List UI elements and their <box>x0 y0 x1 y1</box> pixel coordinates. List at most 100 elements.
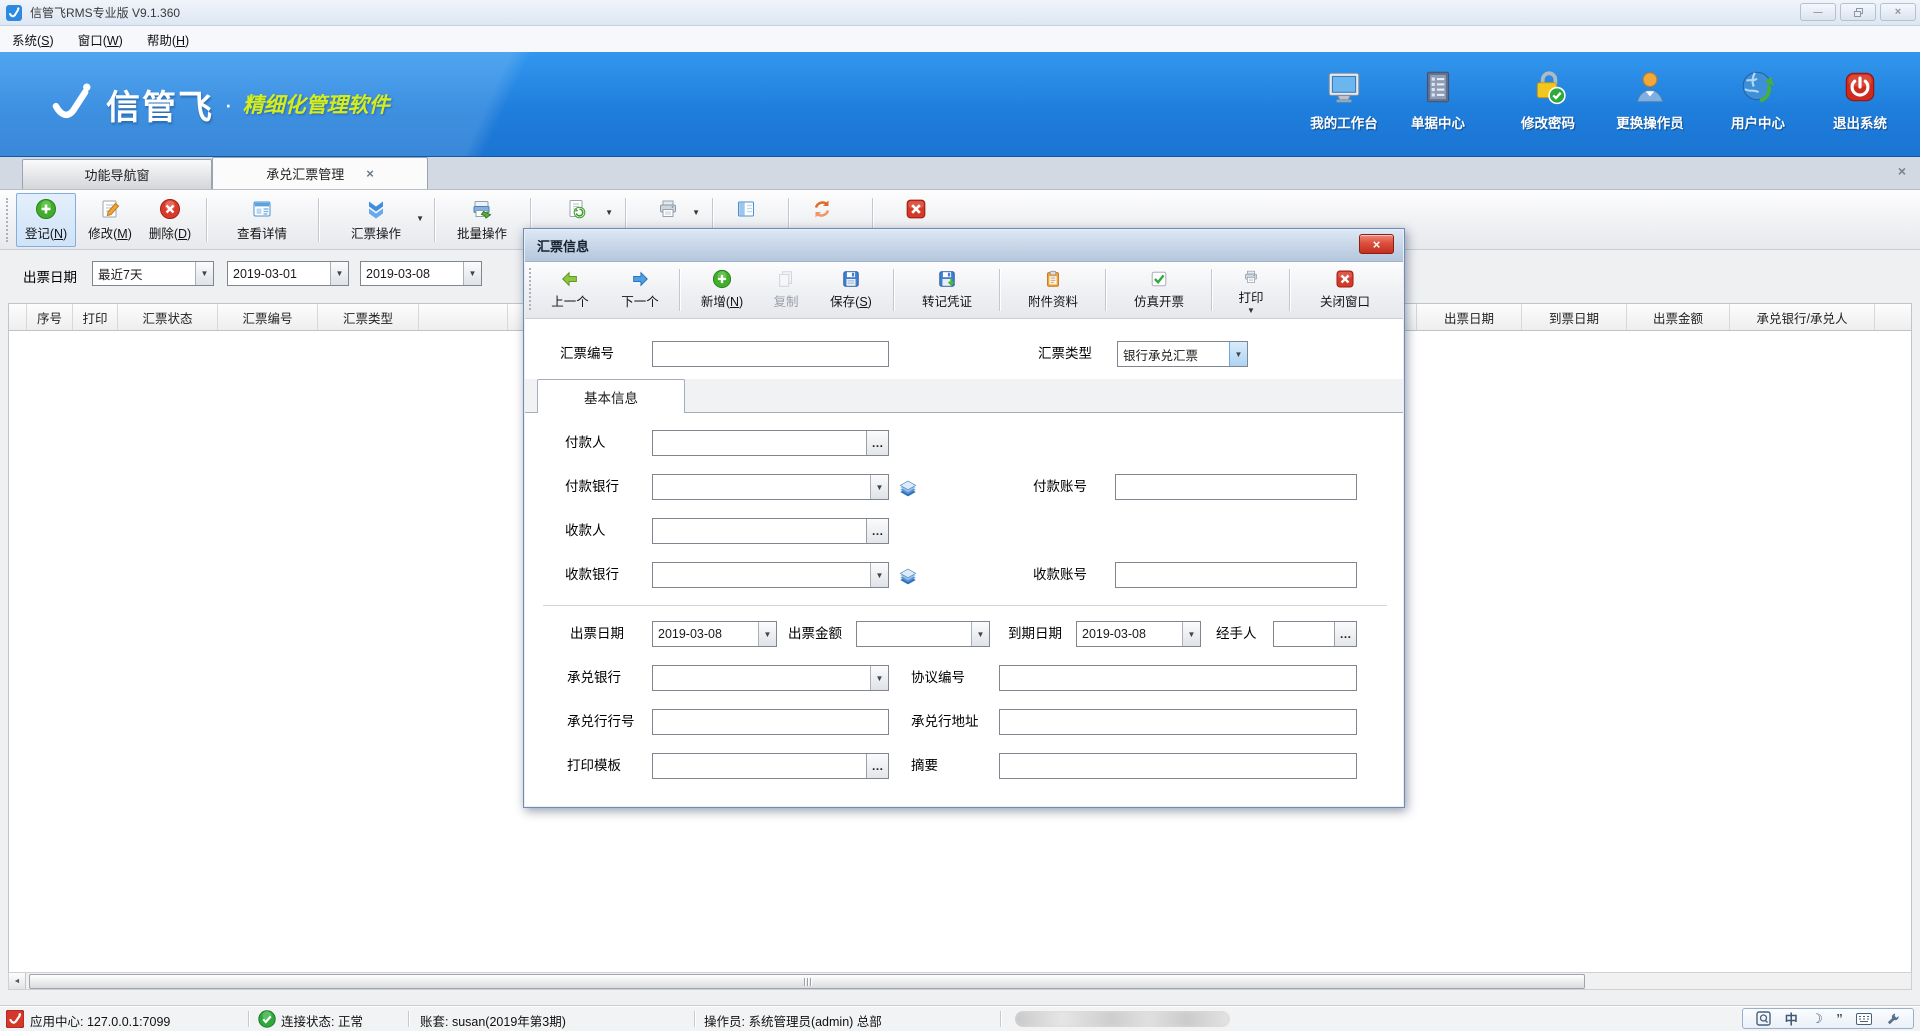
bank-book-icon[interactable] <box>897 476 919 498</box>
scroll-left-arrow-icon[interactable]: ◄ <box>9 973 26 989</box>
due-date-combo[interactable]: 2019-03-08 ▼ <box>1076 621 1201 647</box>
browse-ellipsis-icon[interactable]: … <box>1334 622 1356 646</box>
accepting-bank-no-input-field[interactable] <box>653 710 888 734</box>
accepting-bank-combo[interactable]: ▼ <box>652 665 889 691</box>
payer-bank-combo[interactable]: ▼ <box>652 474 889 500</box>
combo-arrow-icon[interactable]: ▼ <box>870 475 888 499</box>
accepting-bank-address-input-field[interactable] <box>1000 710 1356 734</box>
bill-no-input-field[interactable] <box>653 342 888 366</box>
combo-arrow-icon[interactable]: ▼ <box>1182 622 1200 646</box>
bill-type-combo[interactable]: 银行承兑汇票 ▼ <box>1117 341 1248 367</box>
banner-button-exit-system[interactable]: 退出系统 <box>1818 68 1902 144</box>
accepting-bank-no-input[interactable] <box>652 709 889 735</box>
close-button[interactable]: × <box>1880 3 1916 21</box>
banner-button-user-center[interactable]: 用户中心 <box>1716 68 1800 144</box>
restore-button[interactable] <box>1840 3 1876 21</box>
issue-date-combo[interactable]: 2019-03-08 ▼ <box>652 621 777 647</box>
agreement-no-input-field[interactable] <box>1000 666 1356 690</box>
toolbar-grip[interactable] <box>529 268 533 310</box>
handler-input[interactable]: … <box>1273 621 1357 647</box>
register-button[interactable]: 登记(N) <box>16 193 76 247</box>
bill-no-input[interactable] <box>652 341 889 367</box>
close-window-button[interactable]: 关闭窗口 <box>1297 265 1393 315</box>
grid-header-bill-type[interactable]: 汇票类型 <box>318 304 419 330</box>
combo-arrow-icon[interactable]: ▼ <box>870 563 888 587</box>
ime-mode-indicator[interactable]: 中 <box>1785 1009 1798 1028</box>
combo-arrow-icon[interactable]: ▼ <box>1229 342 1247 366</box>
hscrollbar-thumb[interactable] <box>29 974 1585 989</box>
date-to-combo[interactable]: 2019-03-08 ▼ <box>360 261 482 286</box>
tab-close-icon[interactable]: × <box>366 166 374 181</box>
print-template-input[interactable]: … <box>652 753 889 779</box>
amount-combo[interactable]: ▼ <box>856 621 990 647</box>
banner-button-workbench[interactable]: 我的工作台 <box>1300 68 1388 144</box>
ime-keyboard-icon[interactable] <box>1856 1013 1872 1025</box>
payee-bank-combo[interactable]: ▼ <box>652 562 889 588</box>
banner-button-switch-operator[interactable]: 更换操作员 <box>1602 68 1698 144</box>
date-from-combo[interactable]: 2019-03-01 ▼ <box>227 261 349 286</box>
summary-input-field[interactable] <box>1000 754 1356 778</box>
ime-wrench-icon[interactable] <box>1886 1012 1900 1026</box>
print-template-input-field[interactable] <box>653 754 866 778</box>
summary-input[interactable] <box>999 753 1357 779</box>
combo-arrow-icon[interactable]: ▼ <box>463 262 481 285</box>
new-button[interactable]: 新增(N) <box>687 265 757 315</box>
previous-button[interactable]: 上一个 <box>537 265 603 315</box>
menu-help[interactable]: 帮助(H) <box>135 26 201 53</box>
payee-input[interactable]: … <box>652 518 889 544</box>
ime-language-bar[interactable]: 中 ☽ ” <box>1742 1008 1914 1029</box>
grid-header-amount[interactable]: 出票金额 <box>1627 304 1730 330</box>
date-preset-combo[interactable]: 最近7天 ▼ <box>92 261 214 286</box>
combo-arrow-icon[interactable]: ▼ <box>330 262 348 285</box>
grid-header-issue-date[interactable]: 出票日期 <box>1417 304 1522 330</box>
toolbar-grip[interactable] <box>6 198 10 242</box>
browse-ellipsis-icon[interactable]: … <box>866 754 888 778</box>
modify-button[interactable]: 修改(M) <box>80 193 140 247</box>
payee-account-input-field[interactable] <box>1116 563 1356 587</box>
delete-button[interactable]: 删除(D) <box>140 193 200 247</box>
browse-ellipsis-icon[interactable]: … <box>866 519 888 543</box>
payer-input-field[interactable] <box>653 431 866 455</box>
accepting-bank-address-input[interactable] <box>999 709 1357 735</box>
print-button[interactable]: 打印 ▼ <box>1219 265 1283 315</box>
grid-header-arrive-date[interactable]: 到票日期 <box>1522 304 1627 330</box>
dialog-close-button[interactable]: × <box>1359 234 1394 254</box>
next-button[interactable]: 下一个 <box>607 265 673 315</box>
grid-header-print[interactable]: 打印 <box>73 304 118 330</box>
combo-arrow-icon[interactable]: ▼ <box>758 622 776 646</box>
tabstrip-close-icon[interactable]: × <box>1898 163 1906 179</box>
menu-window[interactable]: 窗口(W) <box>66 26 135 53</box>
tab-function-navigator[interactable]: 功能导航窗 <box>22 159 212 189</box>
banner-button-change-password[interactable]: 修改密码 <box>1506 68 1590 144</box>
simulate-invoice-button[interactable]: 仿真开票 <box>1113 265 1205 315</box>
grid-hscrollbar[interactable]: ◄ <box>8 972 1912 990</box>
grid-header-status[interactable]: 汇票状态 <box>118 304 218 330</box>
post-voucher-button[interactable]: 转记凭证 <box>901 265 993 315</box>
payee-input-field[interactable] <box>653 519 866 543</box>
menu-system[interactable]: 系统(S) <box>0 26 66 53</box>
agreement-no-input[interactable] <box>999 665 1357 691</box>
payee-account-input[interactable] <box>1115 562 1357 588</box>
combo-arrow-icon[interactable]: ▼ <box>870 666 888 690</box>
payer-input[interactable]: … <box>652 430 889 456</box>
banner-button-document-center[interactable]: 单据中心 <box>1398 68 1478 144</box>
bank-book-icon[interactable] <box>897 564 919 586</box>
combo-arrow-icon[interactable]: ▼ <box>195 262 213 285</box>
payer-account-input-field[interactable] <box>1116 475 1356 499</box>
combo-arrow-icon[interactable]: ▼ <box>971 622 989 646</box>
minimize-button[interactable]: — <box>1800 3 1836 21</box>
ime-punctuation-icon[interactable]: ” <box>1836 1011 1843 1026</box>
batch-operations-button[interactable]: 批量操作 <box>440 193 524 247</box>
handler-input-field[interactable] <box>1274 622 1334 646</box>
copy-button[interactable]: 复制 <box>761 265 811 315</box>
ime-halfwidth-moon-icon[interactable]: ☽ <box>1811 1011 1823 1027</box>
save-button[interactable]: 保存(S) <box>815 265 887 315</box>
attachments-button[interactable]: 附件资料 <box>1007 265 1099 315</box>
tab-acceptance-bill-management[interactable]: 承兑汇票管理 × <box>212 157 428 189</box>
grid-header-bill-no[interactable]: 汇票编号 <box>218 304 318 330</box>
tab-basic-info[interactable]: 基本信息 <box>537 379 685 413</box>
bill-operations-button[interactable]: 汇票操作 ▼ <box>324 193 428 247</box>
dialog-titlebar[interactable]: 汇票信息 <box>525 230 1403 262</box>
grid-header-seq[interactable]: 序号 <box>27 304 73 330</box>
view-details-button[interactable]: 查看详情 <box>212 193 312 247</box>
